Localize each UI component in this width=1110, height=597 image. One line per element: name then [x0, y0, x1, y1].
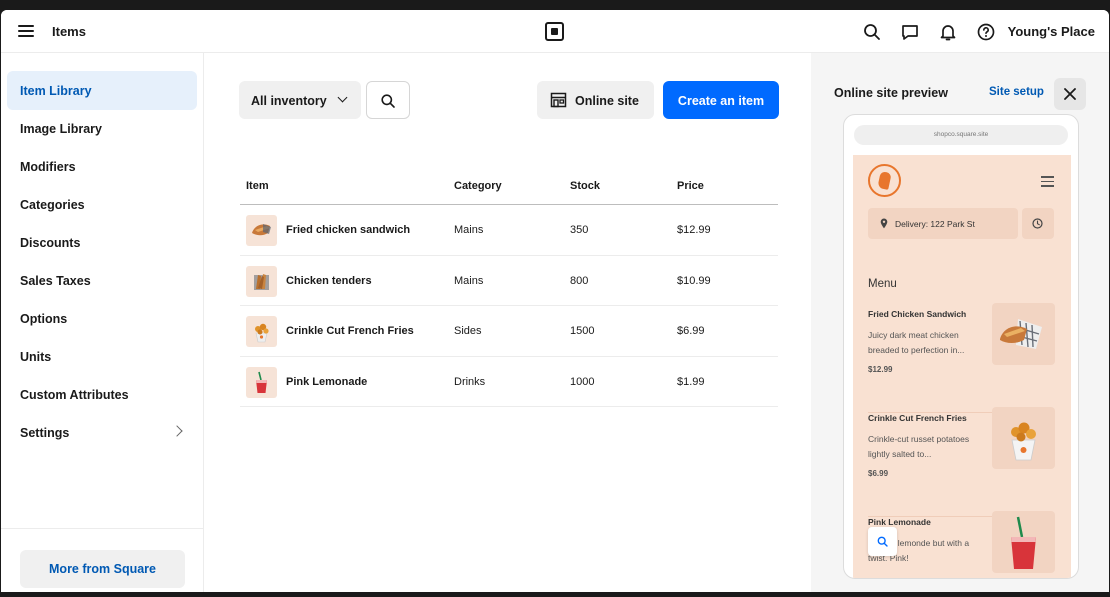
menu-item-name: Crinkle Cut French Fries: [868, 413, 967, 423]
item-name: Crinkle Cut French Fries: [286, 325, 414, 337]
sidebar-item-image-library[interactable]: Image Library: [7, 109, 197, 148]
item-price: $1.99: [677, 375, 705, 388]
create-item-button[interactable]: Create an item: [663, 81, 779, 119]
item-category: Mains: [454, 274, 484, 287]
menu-item-price: $12.99: [868, 365, 893, 374]
item-stock: 1000: [570, 375, 595, 388]
item-category: Mains: [454, 224, 484, 236]
sidebar-item-settings[interactable]: Settings: [7, 413, 197, 452]
store-logo-icon[interactable]: [868, 164, 901, 197]
menu-item-price: $6.99: [868, 469, 889, 478]
sidebar-item-discounts[interactable]: Discounts: [7, 223, 197, 262]
sidebar-item-modifiers[interactable]: Modifiers: [7, 147, 197, 186]
menu-heading: Menu: [868, 278, 897, 290]
online-site-preview-panel: Online site preview Site setup shopco.sq…: [811, 53, 1109, 592]
item-category: Drinks: [454, 375, 486, 388]
menu-item-image: [992, 511, 1055, 573]
item-thumbnail: [246, 265, 277, 297]
table-row[interactable]: Chicken tenders Mains 800 $10.99: [240, 256, 778, 306]
sidebar-item-item-library[interactable]: Item Library: [7, 71, 197, 110]
sidebar-item-options[interactable]: Options: [7, 299, 197, 338]
item-stock: 800: [570, 274, 589, 287]
item-thumbnail: [246, 215, 277, 246]
delivery-address-button[interactable]: Delivery: 122 Park St: [868, 208, 1018, 239]
menu-item-name: Pink Lemonade: [868, 517, 931, 527]
column-header-category[interactable]: Category: [454, 180, 502, 192]
divider: [1, 528, 204, 529]
url-bar: shopco.square.site: [854, 125, 1068, 145]
close-icon: [1064, 88, 1076, 100]
phone-preview-frame: shopco.square.site Delivery: 122 Park St…: [843, 114, 1079, 579]
sidebar-item-sales-taxes[interactable]: Sales Taxes: [7, 261, 197, 300]
menu-card[interactable]: Fried Chicken Sandwich Juicy dark meat c…: [868, 303, 1055, 413]
account-name[interactable]: Young's Place: [1008, 24, 1095, 39]
square-logo-icon[interactable]: [545, 22, 564, 41]
delivery-address: Delivery: 122 Park St: [895, 219, 975, 229]
pickup-time-button[interactable]: [1022, 208, 1054, 239]
help-icon[interactable]: [976, 22, 996, 42]
menu-item-image: [992, 407, 1055, 469]
sidebar: Item Library Image Library Modifiers Cat…: [1, 53, 204, 592]
store-page[interactable]: Delivery: 122 Park St Menu Fried Chicken…: [853, 155, 1071, 578]
chevron-right-icon: [171, 425, 183, 437]
storefront-icon: [550, 92, 567, 108]
item-price: $12.99: [677, 224, 711, 236]
search-icon: [381, 94, 395, 108]
table-row[interactable]: Fried chicken sandwich Mains 350 $12.99: [240, 205, 778, 256]
table-row[interactable]: Pink Lemonade Drinks 1000 $1.99: [240, 357, 778, 407]
search-icon: [877, 536, 888, 547]
chat-icon[interactable]: [900, 22, 920, 42]
online-site-button[interactable]: Online site: [537, 81, 654, 119]
item-name: Pink Lemonade: [286, 375, 368, 388]
search-button[interactable]: [366, 81, 410, 119]
floating-search-button[interactable]: [868, 527, 897, 556]
main-content: All inventory Online site Create an item…: [205, 53, 811, 592]
item-name: Chicken tenders: [286, 274, 372, 287]
search-icon[interactable]: [862, 22, 882, 42]
sidebar-item-custom-attributes[interactable]: Custom Attributes: [7, 375, 197, 414]
item-stock: 1500: [570, 325, 595, 337]
menu-item-description: Crinkle-cut russet potatoes lightly salt…: [868, 434, 970, 459]
site-setup-link[interactable]: Site setup: [989, 86, 1044, 98]
item-price: $6.99: [677, 325, 705, 337]
column-header-item[interactable]: Item: [246, 180, 269, 192]
item-thumbnail: [246, 316, 277, 347]
table-row[interactable]: Crinkle Cut French Fries Sides 1500 $6.9…: [240, 306, 778, 357]
items-table: Item Category Stock Price Fried chicken …: [240, 167, 778, 407]
chevron-down-icon: [337, 92, 348, 103]
column-header-price[interactable]: Price: [677, 180, 704, 192]
item-price: $10.99: [677, 274, 711, 287]
bell-icon[interactable]: [938, 22, 958, 42]
menu-icon[interactable]: [18, 25, 34, 37]
menu-item-description: Juicy dark meat chicken breaded to perfe…: [868, 330, 965, 355]
inventory-filter-dropdown[interactable]: All inventory: [239, 81, 361, 119]
app-window: Items Young's Place Item Library Image L…: [1, 10, 1109, 592]
store-menu-icon[interactable]: [1041, 176, 1054, 190]
item-stock: 350: [570, 224, 589, 236]
menu-item-name: Fried Chicken Sandwich: [868, 309, 967, 319]
item-category: Sides: [454, 325, 482, 337]
table-header: Item Category Stock Price: [240, 167, 778, 205]
clock-icon: [1032, 218, 1043, 229]
menu-item-image: [992, 303, 1055, 365]
menu-card[interactable]: Crinkle Cut French Fries Crinkle-cut rus…: [868, 407, 1055, 517]
preview-title: Online site preview: [834, 86, 948, 100]
online-site-label: Online site: [575, 94, 639, 108]
close-preview-button[interactable]: [1054, 78, 1086, 110]
column-header-stock[interactable]: Stock: [570, 180, 600, 192]
more-from-square-button[interactable]: More from Square: [20, 550, 185, 588]
sidebar-item-label: Settings: [20, 426, 70, 440]
page-title: Items: [52, 24, 86, 39]
item-thumbnail: [246, 366, 277, 398]
filter-label: All inventory: [251, 94, 327, 108]
location-pin-icon: [880, 218, 888, 229]
item-name: Fried chicken sandwich: [286, 224, 411, 236]
top-bar: Items Young's Place: [1, 10, 1109, 53]
sidebar-item-categories[interactable]: Categories: [7, 185, 197, 224]
sidebar-item-units[interactable]: Units: [7, 337, 197, 376]
